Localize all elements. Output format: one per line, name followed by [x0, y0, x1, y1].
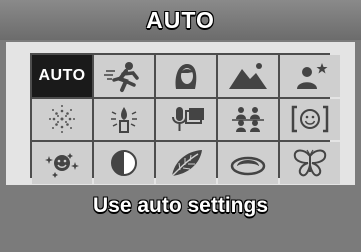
- mode-children[interactable]: [32, 142, 92, 184]
- mode-backlight[interactable]: [94, 142, 154, 184]
- auto-mode-label: AUTO: [38, 66, 86, 84]
- camera-scene-menu: AUTO AUTO Use auto settings: [0, 0, 361, 252]
- mode-fireworks[interactable]: [32, 98, 92, 141]
- children-icon: [45, 153, 79, 179]
- title-bar: AUTO: [0, 0, 361, 40]
- backlight-icon: [111, 150, 137, 177]
- mode-smile-detection[interactable]: [280, 98, 340, 141]
- mode-leaf[interactable]: [156, 142, 216, 184]
- candlelight-icon: [111, 107, 137, 134]
- mode-landscape[interactable]: [218, 55, 278, 97]
- mode-voice-memo[interactable]: [156, 98, 216, 141]
- mode-auto[interactable]: AUTO: [32, 55, 92, 97]
- mode-group-photo[interactable]: [218, 98, 278, 141]
- night-portrait-icon: [297, 62, 328, 89]
- landscape-icon: [229, 62, 267, 89]
- mode-night-portrait[interactable]: [280, 55, 340, 97]
- mode-portrait[interactable]: [156, 55, 216, 97]
- mode-sports[interactable]: [94, 55, 154, 97]
- mode-food[interactable]: [218, 142, 278, 184]
- sports-runner-icon: [104, 61, 139, 92]
- food-icon: [230, 156, 266, 176]
- mode-description: Use auto settings: [0, 186, 361, 226]
- smile-detection-icon: [291, 106, 329, 133]
- voice-memo-icon: [172, 107, 204, 132]
- portrait-icon: [175, 63, 197, 89]
- mode-description-text: Use auto settings: [92, 194, 269, 217]
- mode-butterfly[interactable]: [280, 142, 340, 184]
- group-photo-icon: [232, 107, 264, 133]
- mode-grid: AUTO: [30, 53, 340, 184]
- leaf-icon: [171, 150, 202, 177]
- mode-title: AUTO: [146, 6, 215, 33]
- mode-candlelight[interactable]: [94, 98, 154, 141]
- butterfly-icon: [293, 149, 327, 177]
- fireworks-icon: [49, 105, 75, 134]
